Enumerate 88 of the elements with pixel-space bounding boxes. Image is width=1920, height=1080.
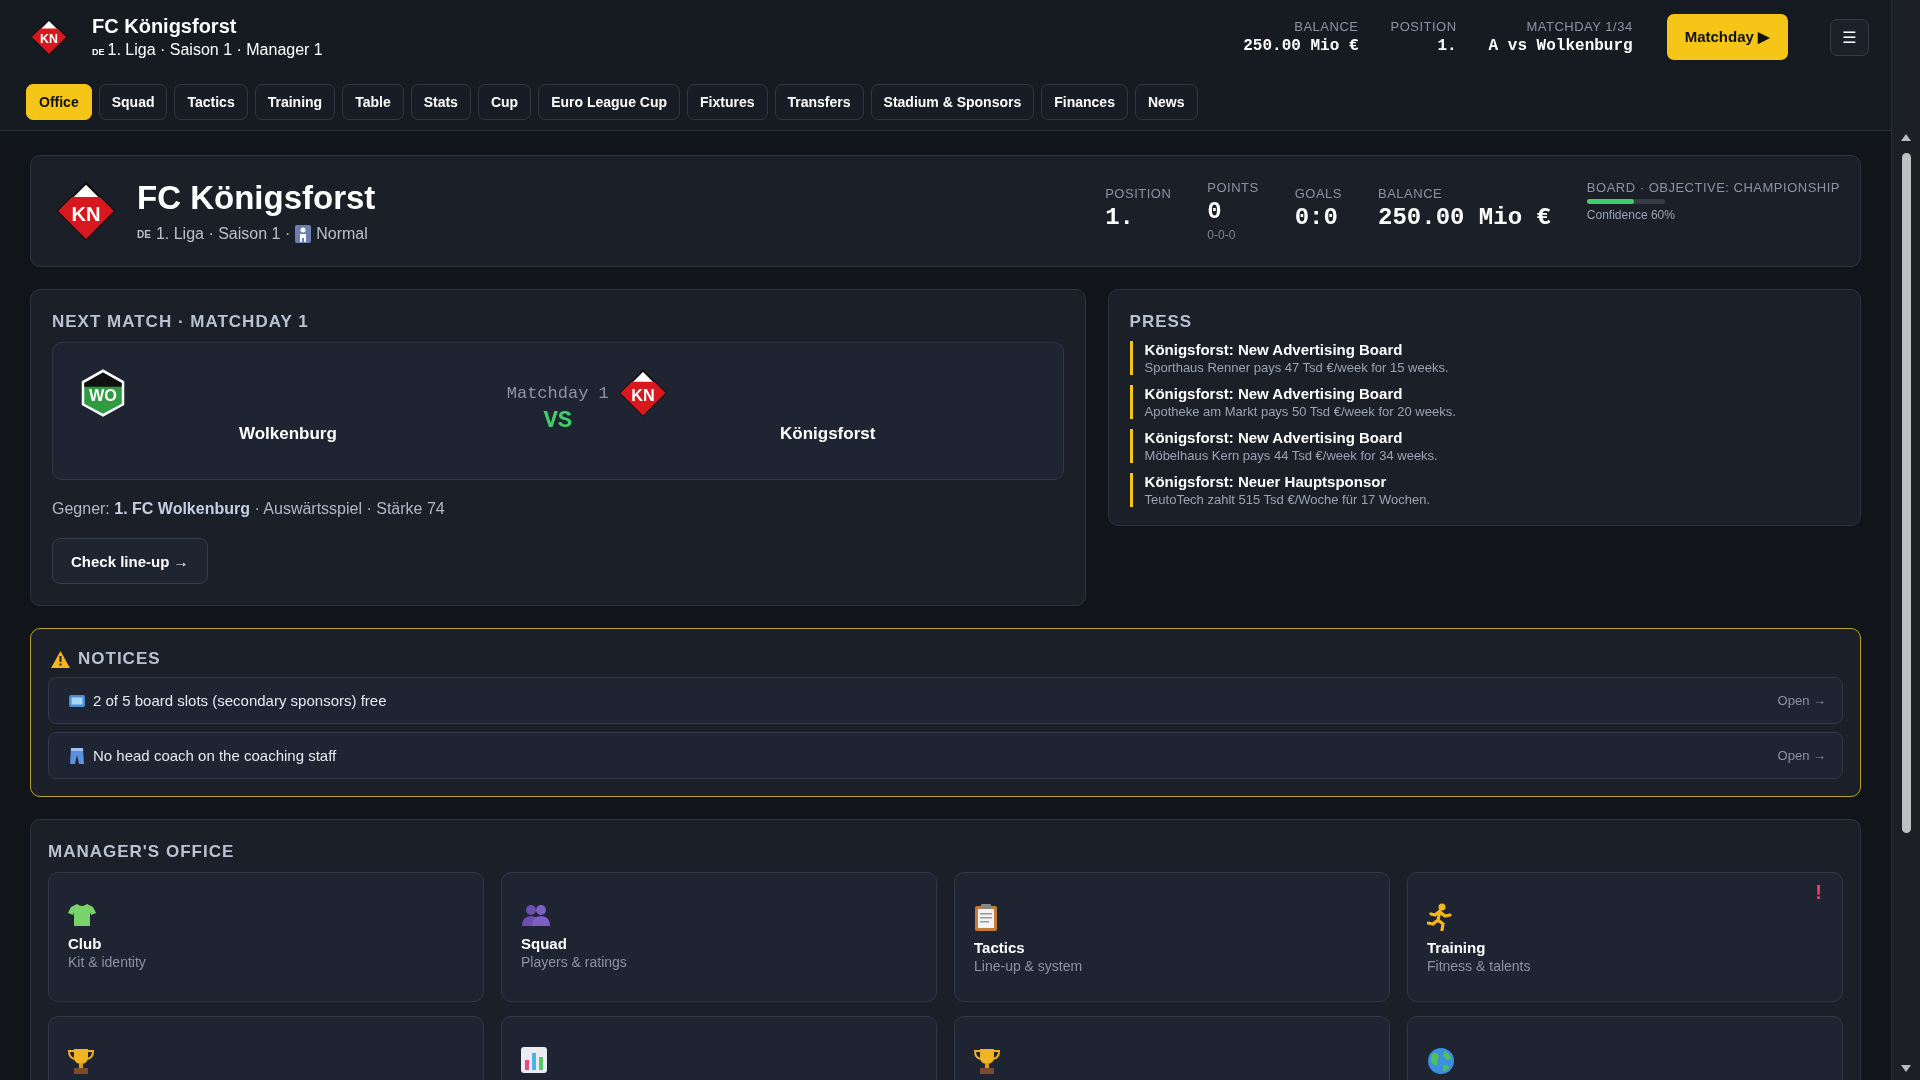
press-headline: Königsforst: New Advertising Board: [1144, 429, 1404, 446]
stat-value: 0: [1207, 198, 1223, 225]
stat-label: GOALS: [1294, 185, 1342, 201]
nav-tab[interactable]: Stats: [410, 84, 471, 120]
shirt-icon: [68, 903, 96, 927]
tile-subtitle: Line-up & system: [974, 958, 1084, 974]
globe-icon: [1427, 1047, 1455, 1075]
tile-subtitle: Players & ratings: [521, 954, 628, 970]
nav-tab[interactable]: Transfers: [774, 84, 864, 120]
press-headline: Königsforst: Neuer Hauptsponsor: [1144, 473, 1388, 490]
club-crest: KN: [30, 18, 68, 56]
matchday-button[interactable]: Matchday ▶: [1666, 14, 1788, 60]
section-title: PRESS: [1129, 312, 1194, 332]
tile-title: Tactics: [974, 939, 1026, 956]
stat-label: POINTS: [1207, 180, 1259, 195]
club-crest: KN: [617, 368, 668, 418]
people-icon: [521, 903, 551, 927]
press-text: Möbelhaus Kern pays 44 Tsd €/week for 34 weeks.: [1144, 448, 1439, 463]
nav-tab[interactable]: Tactics: [174, 84, 248, 120]
team-name: Königsforst: [780, 424, 876, 444]
stat-label: MATCHDAY 1/34: [1526, 19, 1633, 34]
trophy-icon: [68, 1047, 94, 1075]
warning-icon: [51, 650, 70, 668]
nav-tab[interactable]: Stadium & Sponsors: [870, 84, 1035, 120]
office-tile[interactable]: Club Kit & identity: [48, 872, 484, 1002]
press-headline: Königsforst: New Advertising Board: [1144, 385, 1404, 402]
tile-subtitle: Fitness & talents: [1427, 958, 1532, 974]
stat-value: A vs Wolkenburg: [1488, 37, 1633, 55]
press-headline: Königsforst: New Advertising Board: [1144, 341, 1404, 358]
nav-tab[interactable]: Finances: [1041, 84, 1128, 120]
clipboard-icon: [974, 903, 998, 931]
country-code: DE: [137, 228, 151, 240]
versus-label: VS: [543, 407, 573, 434]
difficulty-label: Normal: [316, 225, 368, 243]
trophy-icon: [974, 1047, 1000, 1075]
stat-value: 0:0: [1294, 203, 1339, 231]
team-name: Wolkenburg: [238, 424, 337, 444]
nav-tab[interactable]: Euro League Cup: [538, 84, 681, 120]
alert-mark: !: [1815, 881, 1822, 904]
stat-label: BALANCE: [1378, 185, 1444, 201]
open-link[interactable]: Open →: [1777, 748, 1826, 763]
tile-title: Club: [68, 935, 103, 952]
tile-subtitle: Kit & identity: [68, 954, 147, 970]
nav-tab[interactable]: Squad: [98, 84, 168, 120]
press-text: TeutoTech zahlt 515 Tsd €/Woche für 17 Wochen.: [1144, 492, 1432, 507]
nav-tab[interactable]: Training: [254, 84, 336, 120]
stat-value: 1.: [1105, 203, 1135, 231]
tile-title: Squad: [521, 935, 568, 952]
opponent-info: Gegner: 1. FC Wolkenburg · Auswärtsspiel · Stärke 74: [52, 500, 446, 518]
press-text: Apotheke am Markt pays 50 Tsd €/week for 20 weeks.: [1144, 404, 1457, 419]
confidence-label: Confidence 60%: [1586, 208, 1676, 222]
notice-text: No head coach on the coaching staff: [93, 747, 338, 764]
section-title: MANAGER'S OFFICE: [48, 842, 236, 862]
screen-icon: [69, 693, 85, 708]
open-link[interactable]: Open →: [1777, 693, 1826, 708]
stat-label: POSITION: [1390, 19, 1457, 34]
stat-label: BALANCE: [1294, 19, 1359, 34]
league-info: 1. Liga · Saison 1 ·: [155, 225, 291, 243]
stat-value: 1.: [1437, 37, 1457, 55]
bar-chart-icon: [521, 1047, 547, 1073]
section-title: NEXT MATCH · MATCHDAY 1: [52, 312, 310, 332]
club-subtitle: DE 1. Liga · Saison 1 · Manager 1: [92, 41, 323, 59]
stat-value: 250.00 Mio €: [1378, 203, 1551, 231]
notice-text: 2 of 5 board slots (secondary sponsors) free: [93, 692, 388, 709]
press-text: Sporthaus Renner pays 47 Tsd €/week for 15 weeks.: [1144, 360, 1450, 375]
menu-button[interactable]: ☰: [1830, 18, 1869, 56]
stat-note: 0-0-0: [1207, 228, 1237, 242]
nav-tab[interactable]: Office: [26, 84, 92, 120]
board-objective: BOARD · OBJECTIVE: CHAMPIONSHIP: [1586, 180, 1840, 195]
stat-label: POSITION: [1105, 185, 1172, 201]
office-tile[interactable]: Tactics Line-up & system: [954, 872, 1390, 1002]
nav-tab[interactable]: News: [1134, 84, 1198, 120]
person-icon: [295, 225, 312, 243]
lineup-button[interactable]: Check line-up →: [52, 538, 208, 584]
tile-title: Training: [1427, 939, 1487, 956]
club-name: FC Königsforst: [137, 179, 376, 217]
nav-tab[interactable]: Cup: [477, 84, 532, 120]
club-crest: KN: [55, 180, 117, 242]
trousers-icon: [69, 747, 85, 764]
club-name: FC Königsforst: [92, 15, 238, 38]
nav-tab[interactable]: Fixtures: [687, 84, 768, 120]
section-title: NOTICES: [78, 649, 161, 669]
runner-icon: [1427, 903, 1453, 931]
office-tile[interactable]: Squad Players & ratings: [501, 872, 937, 1002]
stat-value: 250.00 Mio €: [1243, 37, 1359, 55]
matchday-label: Matchday 1: [506, 384, 609, 403]
office-tile[interactable]: Training Fitness & talents !: [1407, 872, 1843, 1002]
nav-tab[interactable]: Table: [342, 84, 404, 120]
